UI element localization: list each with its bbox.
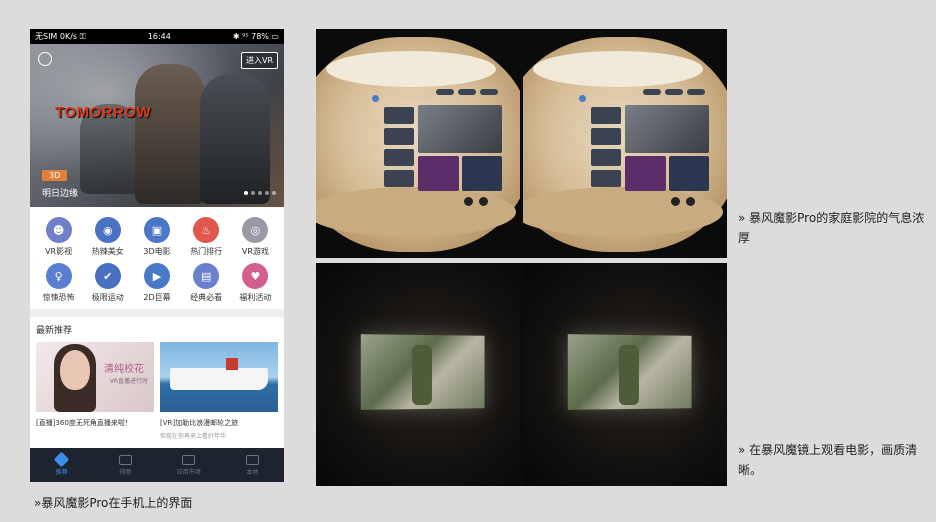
category-icon: ☻ — [46, 217, 72, 243]
bottom-tab-bar: 推荐 视频 应用市场 本地 — [30, 448, 284, 482]
tab-recommend[interactable]: 推荐 — [30, 448, 94, 482]
hero-banner[interactable]: 进入VR TOMORROW 3D 明日边缘 — [30, 44, 284, 207]
category-item[interactable]: ♨ 热门排行 — [182, 217, 231, 257]
category-item[interactable]: ▶ 2D巨幕 — [132, 263, 181, 303]
category-item[interactable]: ◎ VR游戏 — [231, 217, 280, 257]
vr-cinema-view — [316, 263, 727, 486]
recommend-icon — [54, 452, 70, 468]
category-label: VR游戏 — [242, 246, 269, 257]
cinema-caption: » 在暴风魔镜上观看电影，画质清晰。 — [738, 440, 934, 480]
category-item[interactable]: ♀ 惊悚恐怖 — [34, 263, 83, 303]
category-item[interactable]: ☻ VR影视 — [34, 217, 83, 257]
category-label: 极限运动 — [92, 292, 124, 303]
left-eye-view — [316, 263, 520, 486]
section-divider — [30, 309, 284, 317]
card-subtitle: 但现在你再来上看好年华 — [160, 431, 278, 440]
category-icon: ◎ — [242, 217, 268, 243]
phone-screenshot: 无SIM 0K/s ⚿ 16:44 ✱ ⁹⁵ 78% ▭ 进入VR TOMORR… — [30, 29, 284, 482]
category-label: 3D电影 — [143, 246, 170, 257]
card-title: [VR]加勒比浪漫邮轮之旅 — [160, 418, 278, 428]
category-grid: ☻ VR影视 ◉ 热辣美女 ▣ 3D电影 ♨ 热门排行 ◎ VR游戏 ♀ 惊悚恐怖 ✔ 极限运… — [30, 207, 284, 309]
home-theater-caption: » 暴风魔影Pro的家庭影院的气息浓厚 — [738, 208, 934, 248]
category-item[interactable]: ▣ 3D电影 — [132, 217, 181, 257]
category-label: 热辣美女 — [92, 246, 124, 257]
tab-local[interactable]: 本地 — [221, 448, 285, 482]
left-eye-view — [316, 29, 520, 258]
category-label: 福利活动 — [239, 292, 271, 303]
card-title: [直播]360度无死角直播来啦！ — [36, 418, 154, 428]
carousel-dots[interactable] — [244, 191, 276, 195]
video-card[interactable]: 清纯校花 VR直播进行时 [直播]360度无死角直播来啦！ — [36, 342, 154, 440]
hero-figure — [135, 64, 205, 204]
category-item[interactable]: ▤ 经典必看 — [182, 263, 231, 303]
card-thumbnail: 清纯校花 VR直播进行时 — [36, 342, 154, 412]
status-carrier: 无SIM 0K/s ⚿ — [35, 31, 86, 42]
category-label: 热门排行 — [190, 246, 222, 257]
category-label: 惊悚恐怖 — [43, 292, 75, 303]
category-icon: ♨ — [193, 217, 219, 243]
cinema-screen — [361, 334, 485, 410]
status-time: 16:44 — [148, 32, 171, 41]
tab-label: 本地 — [246, 467, 258, 476]
hero-figure — [200, 74, 270, 204]
video-card[interactable]: [VR]加勒比浪漫邮轮之旅 但现在你再来上看好年华 — [160, 342, 278, 440]
category-item[interactable]: ◉ 热辣美女 — [83, 217, 132, 257]
category-item[interactable]: ♥ 福利活动 — [231, 263, 280, 303]
category-icon: ♀ — [46, 263, 72, 289]
tab-label: 视频 — [119, 467, 131, 476]
vr-content-tiles — [418, 105, 502, 191]
right-eye-view — [523, 29, 727, 258]
hero-caption: 明日边缘 — [42, 186, 78, 199]
card-thumbnail — [160, 342, 278, 412]
movie-title: TOMORROW — [55, 104, 151, 121]
category-icon: ♥ — [242, 263, 268, 289]
category-label: VR影视 — [45, 246, 72, 257]
enter-vr-button[interactable]: 进入VR — [241, 52, 278, 69]
tab-label: 应用市场 — [177, 467, 201, 476]
category-icon: ✔ — [95, 263, 121, 289]
status-bar: 无SIM 0K/s ⚿ 16:44 ✱ ⁹⁵ 78% ▭ — [30, 29, 284, 44]
category-icon: ◉ — [95, 217, 121, 243]
card-list: 清纯校花 VR直播进行时 [直播]360度无死角直播来啦！ [VR]加勒比浪漫邮… — [36, 342, 278, 440]
user-icon[interactable] — [38, 52, 52, 66]
category-icon: ▣ — [144, 217, 170, 243]
category-icon: ▶ — [144, 263, 170, 289]
gamepad-icon — [182, 455, 195, 465]
vr-content-tiles — [625, 105, 709, 191]
tab-video[interactable]: 视频 — [94, 448, 158, 482]
category-label: 2D巨幕 — [143, 292, 170, 303]
phone-caption: »暴风魔影Pro在手机上的界面 — [34, 494, 192, 511]
tab-app-market[interactable]: 应用市场 — [157, 448, 221, 482]
section-title: 最新推荐 — [36, 323, 278, 336]
folder-icon — [246, 455, 259, 465]
thumbnail-overlay-text: 清纯校花 — [104, 360, 144, 375]
vr-home-theater-view — [316, 29, 727, 258]
video-icon — [119, 455, 132, 465]
vr-menu — [384, 107, 414, 191]
tab-label: 推荐 — [56, 467, 68, 476]
cinema-screen — [568, 334, 692, 410]
category-item[interactable]: ✔ 极限运动 — [83, 263, 132, 303]
latest-section: 最新推荐 清纯校花 VR直播进行时 [直播]360度无死角直播来啦！ [VR]加… — [30, 317, 284, 440]
format-badge: 3D — [42, 170, 67, 181]
vr-menu — [591, 107, 621, 191]
thumbnail-overlay-subtext: VR直播进行时 — [110, 376, 148, 385]
category-icon: ▤ — [193, 263, 219, 289]
right-eye-view — [523, 263, 727, 486]
category-label: 经典必看 — [190, 292, 222, 303]
status-battery: ✱ ⁹⁵ 78% ▭ — [233, 32, 279, 41]
